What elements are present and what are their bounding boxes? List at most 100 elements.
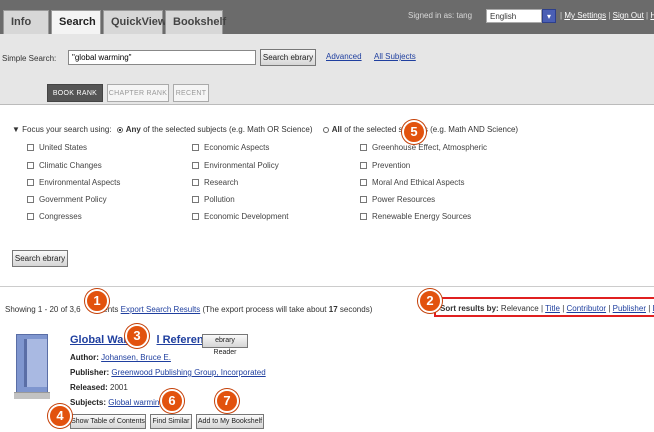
- all-subjects-link[interactable]: All Subjects: [374, 52, 416, 61]
- subjects-link[interactable]: Global warming.: [108, 398, 166, 407]
- sort-relevance[interactable]: Relevance: [501, 304, 539, 313]
- tab-chapter-rank[interactable]: CHAPTER RANK: [107, 84, 169, 102]
- advanced-search-link[interactable]: Advanced: [326, 52, 362, 61]
- subject-checkbox[interactable]: Research: [192, 178, 238, 187]
- released-label: Released:: [70, 383, 108, 392]
- focus-label: ▼ Focus your search using:: [12, 125, 112, 134]
- tab-quickview[interactable]: QuickView: [103, 10, 166, 34]
- separator: |: [562, 304, 565, 313]
- author-row: Author: Johansen, Bruce E.: [70, 353, 171, 362]
- checkbox-icon[interactable]: [360, 179, 367, 187]
- subject-label: Economic Development: [204, 212, 289, 221]
- checkbox-icon[interactable]: [27, 162, 34, 170]
- tab-recent[interactable]: RECENT: [173, 84, 209, 102]
- subject-checkbox[interactable]: Congresses: [27, 212, 82, 221]
- released-row: Released: 2001: [70, 383, 128, 392]
- checkbox-icon[interactable]: [360, 144, 367, 152]
- export-results-link[interactable]: Export Search Results: [121, 305, 201, 314]
- author-link[interactable]: Johansen, Bruce E.: [101, 353, 171, 362]
- ebrary-reader-button[interactable]: ebrary Reader: [202, 334, 248, 356]
- author-label: Author:: [70, 353, 99, 362]
- subject-checkbox[interactable]: Renewable Energy Sources: [360, 212, 471, 221]
- subject-checkbox[interactable]: Greenhouse Effect, Atmospheric: [360, 143, 487, 152]
- my-settings-link[interactable]: My Settings: [564, 11, 606, 20]
- sign-out-link[interactable]: Sign Out: [613, 11, 644, 20]
- publisher-link[interactable]: Greenwood Publishing Group, Incorporated: [111, 368, 265, 377]
- publisher-label: Publisher:: [70, 368, 110, 377]
- subject-checkbox[interactable]: Pollution: [192, 195, 235, 204]
- help-link[interactable]: He: [650, 11, 654, 20]
- separator: |: [608, 304, 611, 313]
- export-seconds: 17: [328, 305, 338, 314]
- checkbox-icon[interactable]: [27, 179, 34, 187]
- subject-checkbox[interactable]: Moral And Ethical Aspects: [360, 178, 465, 187]
- separator: |: [540, 304, 544, 313]
- add-to-bookshelf-button[interactable]: Add to My Bookshelf: [196, 414, 264, 429]
- account-links: | My Settings | Sign Out | He: [560, 11, 654, 20]
- search-input[interactable]: [68, 50, 256, 65]
- tab-bookshelf[interactable]: Bookshelf: [165, 10, 226, 34]
- export-note: (The export process will take about: [202, 305, 327, 314]
- separator: |: [646, 11, 649, 20]
- subject-label: Greenhouse Effect, Atmospheric: [372, 143, 488, 152]
- subject-label: Power Resources: [372, 195, 436, 204]
- subject-checkbox[interactable]: Economic Development: [192, 212, 288, 221]
- subject-checkbox[interactable]: Climatic Changes: [27, 161, 102, 170]
- chevron-down-icon[interactable]: ▾: [542, 9, 556, 23]
- tab-book-rank[interactable]: BOOK RANK: [47, 84, 103, 102]
- search-button[interactable]: Search ebrary: [260, 49, 316, 66]
- subject-label: Environmental Policy: [204, 161, 279, 170]
- checkbox-icon[interactable]: [192, 179, 199, 187]
- checkbox-icon[interactable]: [360, 196, 367, 204]
- subjects-label: Subjects:: [70, 398, 107, 407]
- subject-checkbox[interactable]: Government Policy: [27, 195, 107, 204]
- separator: |: [608, 11, 611, 20]
- results-count: Showing 1 - 20 of 3,6: [5, 305, 81, 314]
- subject-checkbox[interactable]: Environmental Policy: [192, 161, 279, 170]
- checkbox-icon[interactable]: [360, 213, 367, 221]
- callout-2: 2: [418, 289, 442, 313]
- subject-checkbox[interactable]: Prevention: [360, 161, 410, 170]
- results-summary: Showing 1 - 20 of 3,6 ments Export Search…: [5, 305, 372, 314]
- checkbox-icon[interactable]: [192, 196, 199, 204]
- any-label: Any: [125, 125, 141, 134]
- callout-4: 4: [48, 404, 72, 428]
- subject-checkbox[interactable]: United States: [27, 143, 87, 152]
- find-similar-button[interactable]: Find Similar: [150, 414, 192, 429]
- callout-1: 1: [85, 289, 109, 313]
- any-description: of the selected subjects (e.g. Math OR S…: [143, 125, 313, 134]
- subject-label: United States: [39, 143, 88, 152]
- export-note-end: seconds): [339, 305, 373, 314]
- tab-info[interactable]: Info: [3, 10, 49, 34]
- checkbox-icon[interactable]: [192, 144, 199, 152]
- all-subjects-radio[interactable]: [322, 126, 329, 133]
- book-icon[interactable]: [16, 334, 48, 394]
- checkbox-icon[interactable]: [27, 196, 34, 204]
- all-description: of the selected subjects (e.g. Math AND …: [344, 125, 519, 134]
- callout-3: 3: [125, 324, 149, 348]
- checkbox-icon[interactable]: [27, 144, 34, 152]
- sort-title-link[interactable]: Title: [545, 304, 560, 313]
- sort-label: Sort results by:: [440, 304, 499, 313]
- checkbox-icon[interactable]: [192, 213, 199, 221]
- sort-contributor-link[interactable]: Contributor: [567, 304, 607, 313]
- released-value: 2001: [110, 383, 128, 392]
- subject-checkbox[interactable]: Power Resources: [360, 195, 435, 204]
- checkbox-icon[interactable]: [27, 213, 34, 221]
- separator: |: [560, 11, 563, 20]
- checkbox-icon[interactable]: [360, 162, 367, 170]
- language-select[interactable]: English: [486, 9, 542, 23]
- subjects-row: Subjects: Global warming.: [70, 398, 166, 407]
- any-subjects-radio[interactable]: [116, 126, 123, 133]
- separator: |: [648, 304, 651, 313]
- callout-5: 5: [402, 120, 426, 144]
- subject-checkbox[interactable]: Economic Aspects: [192, 143, 269, 152]
- subject-checkbox[interactable]: Environmental Aspects: [27, 178, 120, 187]
- tab-search[interactable]: Search: [51, 10, 101, 34]
- subject-label: Economic Aspects: [204, 143, 270, 152]
- all-label: All: [331, 125, 342, 134]
- checkbox-icon[interactable]: [192, 162, 199, 170]
- sort-publisher-link[interactable]: Publisher: [613, 304, 646, 313]
- show-toc-button[interactable]: Show Table of Contents: [70, 414, 146, 429]
- search-subjects-button[interactable]: Search ebrary: [12, 250, 68, 267]
